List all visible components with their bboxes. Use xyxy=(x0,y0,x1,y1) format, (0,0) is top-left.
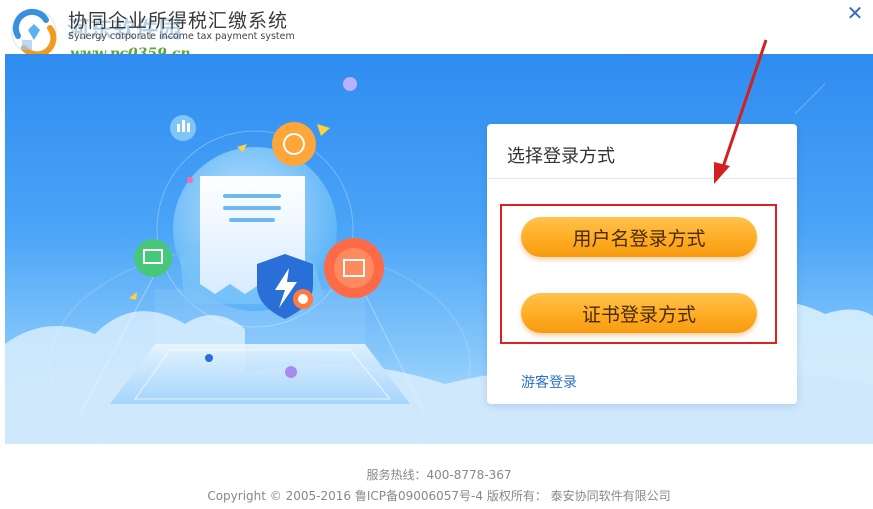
copyright-text: Copyright © 2005-2016 鲁ICP备09006057号-4 版… xyxy=(207,489,671,503)
close-button[interactable]: ✕ xyxy=(845,2,865,24)
certificate-login-button[interactable]: 证书登录方式 xyxy=(521,293,757,333)
guest-login-link[interactable]: 游客登录 xyxy=(521,372,577,392)
username-login-button[interactable]: 用户名登录方式 xyxy=(521,217,757,257)
annotation-arrow-icon xyxy=(714,39,768,184)
card-title: 选择登录方式 xyxy=(507,146,615,167)
app-subtitle: Synergy corporate income tax payment sys… xyxy=(68,31,295,42)
app-title: 协同企业所得税汇缴系统 xyxy=(68,10,289,32)
login-window: 河东软件园 协同企业所得税汇缴系统 Synergy corporate inco… xyxy=(0,0,873,509)
service-hotline: 服务热线：400-8778-367 xyxy=(366,468,512,482)
app-logo-icon xyxy=(11,8,57,58)
